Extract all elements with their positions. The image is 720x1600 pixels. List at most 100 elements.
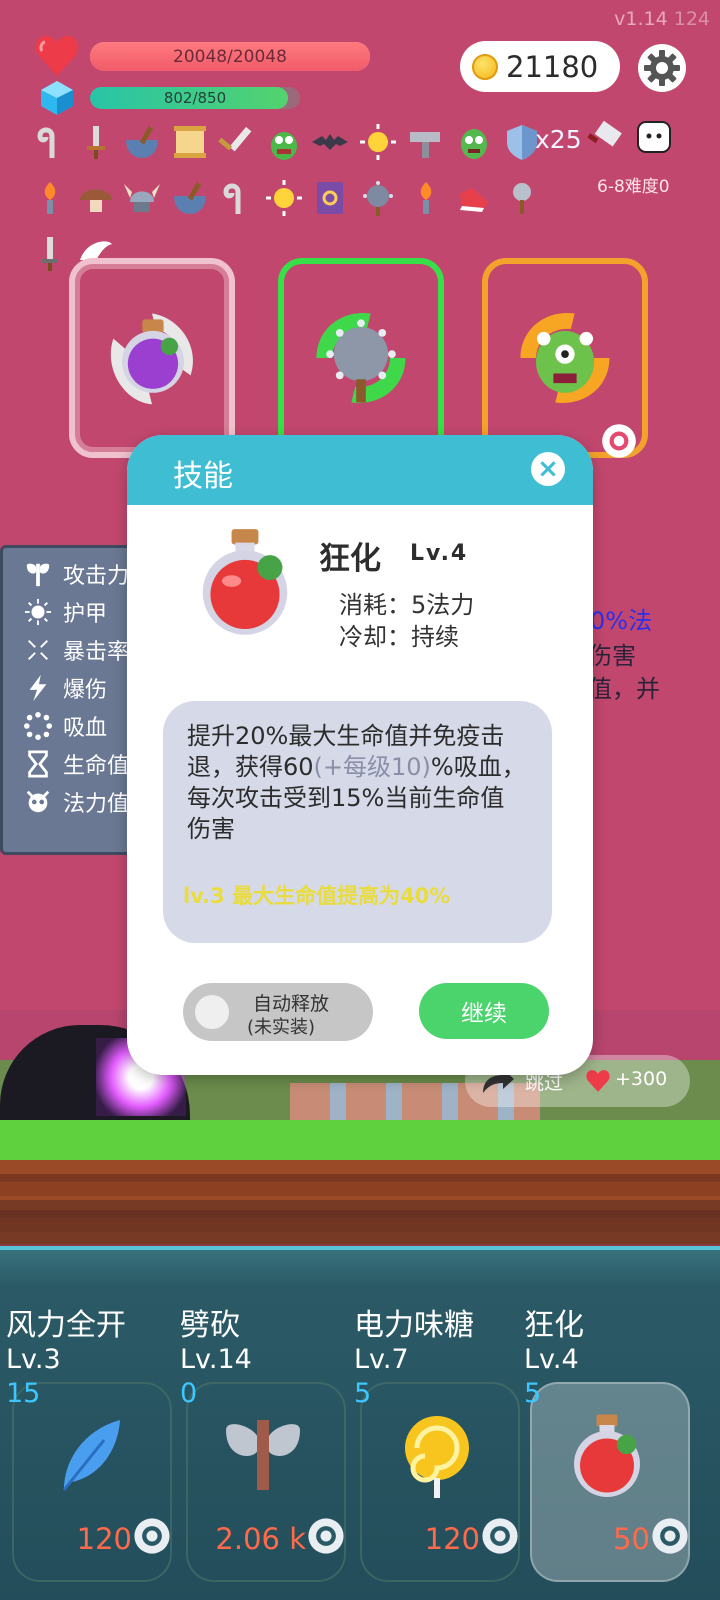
bat-icon[interactable]	[308, 120, 352, 164]
skill-slot-wind[interactable]: 风力全开 Lv.3 15 120	[0, 1300, 176, 1600]
mushroom-icon[interactable]	[74, 176, 118, 220]
skill-cost: 消耗：5法力	[339, 591, 475, 619]
close-icon: ×	[537, 454, 559, 484]
skill-description-box: 提升20%最大生命值并免疫击退，获得60(+每级10)%吸血，每次攻击受到15%…	[163, 701, 552, 943]
upgrade-gear-icon[interactable]	[304, 1514, 348, 1558]
skill-card-spiked-mace[interactable]	[278, 258, 444, 458]
difficulty-label: 6-8难度0	[597, 177, 670, 197]
skill-bar-divider	[0, 1246, 720, 1250]
skill-slot-mana: 0	[180, 1378, 198, 1409]
sun-orb-2-icon[interactable]	[262, 176, 306, 220]
torch-2-icon[interactable]	[404, 176, 448, 220]
stat-label: 法力值	[63, 792, 130, 817]
hook-2-icon[interactable]	[214, 176, 258, 220]
settings-button[interactable]	[638, 44, 686, 92]
spellbook-icon[interactable]	[308, 176, 352, 220]
close-button[interactable]: ×	[531, 452, 565, 486]
hp-text: 20048/20048	[173, 46, 287, 67]
mana-crystal-icon	[40, 80, 74, 116]
stat-label: 生命值	[63, 754, 130, 779]
skill-slot-name: 狂化	[524, 1308, 584, 1343]
mortar-pestle-icon[interactable]	[168, 176, 212, 220]
stat-row-mp: 法力值	[23, 786, 129, 818]
hourglass-icon	[23, 749, 53, 779]
upgrade-gear-icon[interactable]	[130, 1514, 174, 1558]
sun-orb-icon[interactable]	[356, 120, 400, 164]
background-desc-line3: 值，并	[588, 675, 660, 703]
description-per-level: (+每级10)	[313, 753, 431, 781]
coin-icon	[472, 53, 498, 80]
skill-slot-mana: 5	[354, 1378, 372, 1409]
red-potion-icon	[202, 529, 288, 635]
dagger-icon[interactable]	[74, 120, 118, 164]
mace-icon[interactable]	[500, 176, 544, 220]
upgrade-gear-icon[interactable]	[478, 1514, 522, 1558]
heart-icon	[34, 34, 80, 78]
coin-counter: 21180	[460, 41, 620, 92]
spiked-ball-icon[interactable]	[356, 176, 400, 220]
stat-label: 暴击率	[63, 640, 130, 665]
grass-ground	[0, 1120, 720, 1162]
skill-slot-name: 劈砍	[180, 1308, 240, 1343]
dialog-title: 技能	[173, 459, 233, 494]
torch-icon[interactable]	[28, 176, 72, 220]
version-label: v1.14 124	[614, 8, 710, 30]
stat-row-armor: 护甲	[23, 596, 107, 628]
gear-icon	[644, 50, 680, 86]
skill-slot-chop[interactable]: 劈砍 Lv.14 0 2.06 k	[174, 1300, 350, 1600]
stats-panel: 攻击力 护甲 暴击率 爆伤 吸血 生命值 法力值	[0, 545, 140, 855]
ghost-icon[interactable]	[628, 112, 680, 164]
stat-row-attack: 攻击力	[23, 558, 129, 590]
skill-description: 提升20%最大生命值并免疫击退，获得60(+每级10)%吸血，每次攻击受到15%…	[187, 721, 527, 845]
viking-helmet-icon[interactable]	[120, 176, 164, 220]
upgrade-note: lv.3 最大生命值提高为40%	[183, 884, 451, 908]
auto-release-label: 自动释放	[253, 993, 330, 1015]
stat-row-crit-rate: 暴击率	[23, 634, 129, 666]
lollipop-icon	[405, 1416, 469, 1498]
skill-slot-mana: 15	[6, 1378, 41, 1409]
coin-amount: 21180	[506, 49, 599, 84]
sword-icon[interactable]	[214, 120, 258, 164]
background-desc-line1: 0%法	[590, 607, 653, 635]
skill-slot-berserk[interactable]: 狂化 Lv.4 5 50	[518, 1300, 694, 1600]
upgrade-gear-icon[interactable]	[648, 1514, 692, 1558]
skill-slot-lollipop[interactable]: 电力味糖 Lv.7 5 120	[348, 1300, 524, 1600]
green-zombie-icon[interactable]	[452, 120, 496, 164]
cleaver-icon[interactable]	[578, 112, 630, 164]
green-monster-icon[interactable]	[262, 120, 306, 164]
skill-slot-level: Lv.4	[524, 1344, 579, 1375]
stat-label: 吸血	[63, 716, 108, 741]
reroll-icon[interactable]	[598, 420, 640, 462]
sun-icon	[23, 597, 53, 627]
background-desc-line2: 伤害	[588, 642, 636, 670]
red-potion-icon	[574, 1414, 640, 1497]
auto-release-toggle[interactable]: 自动释放 (未实装)	[183, 983, 373, 1041]
stat-label: 爆伤	[63, 678, 108, 703]
mortar-icon[interactable]	[120, 120, 164, 164]
dirt-shade	[0, 1200, 720, 1246]
skill-level: Lv.4	[410, 541, 469, 566]
short-sword-icon[interactable]	[28, 232, 72, 276]
skill-slot-name: 风力全开	[6, 1308, 126, 1343]
hook-icon[interactable]	[28, 120, 72, 164]
continue-label: 继续	[461, 1001, 507, 1027]
green-eyestalk-monster-icon	[520, 313, 610, 403]
skill-name: 狂化	[319, 541, 381, 577]
continue-button[interactable]: 继续	[419, 983, 549, 1039]
skill-slot-mana: 5	[524, 1378, 542, 1409]
dialog-header: 技能 ×	[127, 435, 593, 505]
skill-card-purple-potion[interactable]	[69, 258, 235, 458]
shield-count: x25	[535, 125, 582, 154]
skill-slot-price: 2.06 k	[215, 1522, 306, 1556]
uzi-gun-icon[interactable]	[404, 120, 448, 164]
red-sneaker-icon[interactable]	[452, 176, 496, 220]
skill-slot-price: 120	[76, 1522, 132, 1556]
skill-slot-level: Lv.3	[6, 1344, 61, 1375]
skill-slot-name: 电力味糖	[354, 1308, 474, 1343]
mana-text: 802/850	[163, 89, 227, 107]
lightning-icon	[23, 673, 53, 703]
scroll-icon[interactable]	[168, 120, 212, 164]
skill-cooldown: 冷却：持续	[339, 623, 459, 651]
auto-release-sublabel: (未实装)	[247, 1017, 316, 1038]
skill-slot-price: 120	[424, 1522, 480, 1556]
